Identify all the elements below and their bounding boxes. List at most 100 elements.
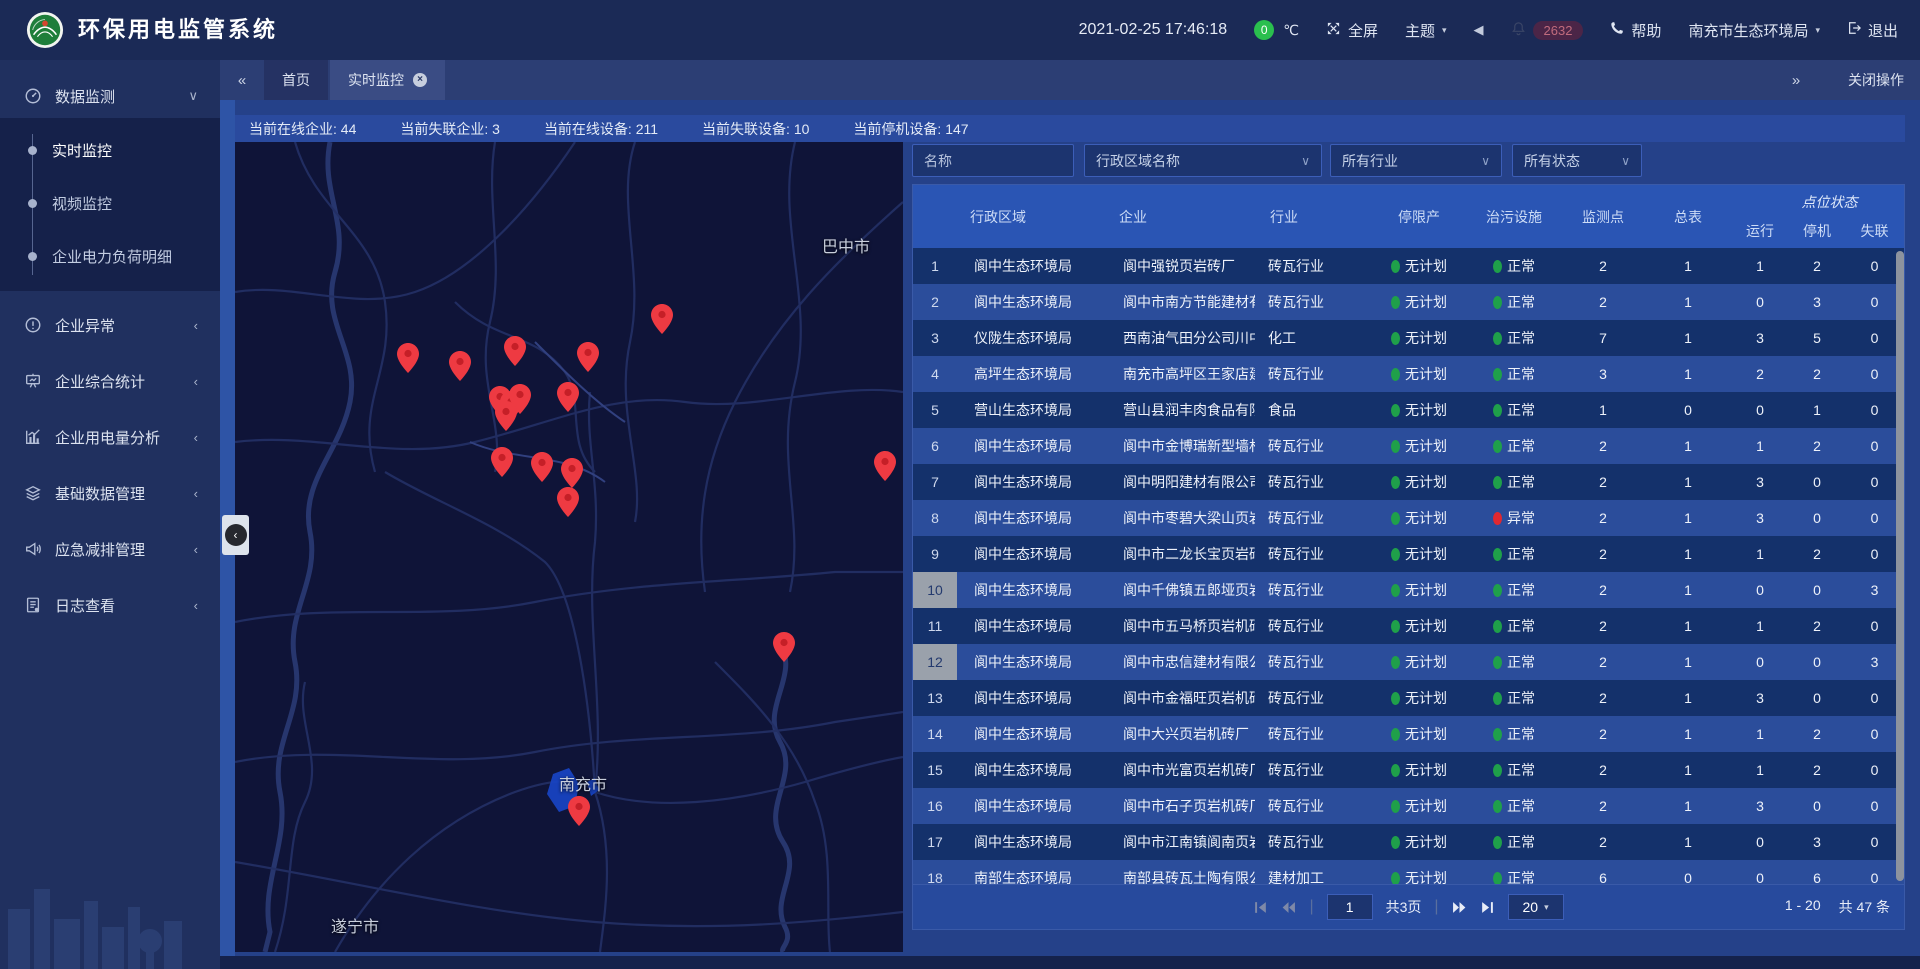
vertical-scrollbar[interactable] xyxy=(1896,251,1904,881)
map-marker-icon[interactable] xyxy=(449,351,471,381)
next-page-button[interactable] xyxy=(1452,900,1467,915)
temperature-badge: 0 ℃ xyxy=(1254,20,1299,40)
table-row[interactable]: 10阆中生态环境局阆中千佛镇五郎垭页岩砖瓦行业无计划正常21003 xyxy=(913,572,1904,608)
sidebar-collapse-handle[interactable]: ‹ xyxy=(222,515,249,555)
run-count-cell: 3 xyxy=(1731,798,1789,814)
monitor-points-cell: 2 xyxy=(1561,438,1645,454)
pagination-bar: | 1 共3页 | 20 ▾ 1 - 20 共 47 条 xyxy=(913,884,1904,929)
tabs-scroll-left-button[interactable]: « xyxy=(220,60,264,100)
monitor-points-cell: 2 xyxy=(1561,474,1645,490)
region-select[interactable]: 行政区域名称 ∨ xyxy=(1084,144,1322,177)
sidebar-item-label: 基础数据管理 xyxy=(55,483,145,504)
production-limit-cell: 无计划 xyxy=(1371,760,1467,780)
help-button[interactable]: 帮助 xyxy=(1610,20,1661,41)
map-marker-icon[interactable] xyxy=(504,336,526,366)
meter-cell: 1 xyxy=(1645,798,1731,814)
close-operations-button[interactable]: 关闭操作 xyxy=(1848,70,1904,90)
sidebar-subitem[interactable]: 企业电力负荷明细 xyxy=(0,230,220,283)
table-row[interactable]: 6阆中生态环境局阆中市金博瑞新型墙材砖瓦行业无计划正常21120 xyxy=(913,428,1904,464)
map-marker-icon[interactable] xyxy=(531,452,553,482)
map-marker-icon[interactable] xyxy=(491,447,513,477)
phone-icon xyxy=(1610,21,1624,39)
sidebar-subitem[interactable]: 实时监控 xyxy=(0,124,220,177)
sidebar-item-4[interactable]: 基础数据管理‹ xyxy=(0,471,220,515)
production-limit-cell: 无计划 xyxy=(1371,364,1467,384)
table-row[interactable]: 4高坪生态环境局南充市高坪区王家店建砖瓦行业无计划正常31220 xyxy=(913,356,1904,392)
stat-label: 当前在线设备: xyxy=(544,121,636,137)
table-row[interactable]: 16阆中生态环境局阆中市石子页岩机砖厂砖瓦行业无计划正常21300 xyxy=(913,788,1904,824)
meter-cell: 1 xyxy=(1645,690,1731,706)
map-marker-icon[interactable] xyxy=(561,458,583,488)
map-marker-icon[interactable] xyxy=(651,304,673,334)
name-search-input[interactable] xyxy=(912,144,1074,177)
bullet-icon xyxy=(28,146,37,155)
map-marker-icon[interactable] xyxy=(557,487,579,517)
table-row[interactable]: 17阆中生态环境局阆中市江南镇阆南页岩砖瓦行业无计划正常21030 xyxy=(913,824,1904,860)
map-canvas[interactable]: 巴中市南充市遂宁市 xyxy=(235,142,903,952)
tab-home[interactable]: 首页 xyxy=(264,60,328,100)
map-marker-icon[interactable] xyxy=(577,342,599,372)
industry-cell: 砖瓦行业 xyxy=(1255,436,1371,456)
map-marker-icon[interactable] xyxy=(557,382,579,412)
industry-select-value: 所有行业 xyxy=(1342,151,1398,171)
sidebar-item-5[interactable]: 应急减排管理‹ xyxy=(0,527,220,571)
sidebar-item-label: 企业综合统计 xyxy=(55,371,145,392)
tabs-scroll-right-button[interactable]: » xyxy=(1774,72,1818,89)
map-marker-icon[interactable] xyxy=(397,343,419,373)
table-row[interactable]: 8阆中生态环境局阆中市枣碧大梁山页岩砖瓦行业无计划异常21300 xyxy=(913,500,1904,536)
table-row[interactable]: 7阆中生态环境局阆中明阳建材有限公司砖瓦行业无计划正常21300 xyxy=(913,464,1904,500)
industry-select[interactable]: 所有行业 ∨ xyxy=(1330,144,1502,177)
sidebar-item-6[interactable]: 日志查看‹ xyxy=(0,583,220,627)
table-row[interactable]: 1阆中生态环境局阆中强锐页岩砖厂砖瓦行业无计划正常21120 xyxy=(913,248,1904,284)
status-dot-icon xyxy=(1493,440,1502,453)
last-page-button[interactable] xyxy=(1480,900,1495,915)
table-row[interactable]: 12阆中生态环境局阆中市忠信建材有限公砖瓦行业无计划正常21003 xyxy=(913,644,1904,680)
table-row[interactable]: 18南部生态环境局南部县砖瓦土陶有限公建材加工无计划正常60060 xyxy=(913,860,1904,884)
tab-realtime-monitor[interactable]: 实时监控 × xyxy=(330,60,445,100)
table-row[interactable]: 3仪陇生态环境局西南油气田分公司川中化工无计划正常71350 xyxy=(913,320,1904,356)
table-row[interactable]: 5营山生态环境局营山县润丰肉食品有限食品无计划正常10010 xyxy=(913,392,1904,428)
status-select[interactable]: 所有状态 ∨ xyxy=(1512,144,1642,177)
first-page-button[interactable] xyxy=(1253,900,1268,915)
status-dot-icon xyxy=(1391,404,1400,417)
fullscreen-button[interactable]: 全屏 xyxy=(1326,20,1378,41)
user-dropdown[interactable]: 南充市生态环境局 ▾ xyxy=(1688,20,1820,41)
logout-button[interactable]: 退出 xyxy=(1847,20,1898,41)
row-index: 9 xyxy=(913,546,957,562)
map-marker-icon[interactable] xyxy=(773,632,795,662)
table-row[interactable]: 9阆中生态环境局阆中市二龙长宝页岩砖砖瓦行业无计划正常21120 xyxy=(913,536,1904,572)
sidebar-subitem[interactable]: 视频监控 xyxy=(0,177,220,230)
sidebar-item-label: 企业用电量分析 xyxy=(55,427,160,448)
stopped-count-cell: 0 xyxy=(1789,798,1845,814)
sidebar-item-2[interactable]: 企业综合统计‹ xyxy=(0,359,220,403)
page-size-select[interactable]: 20 ▾ xyxy=(1508,894,1564,920)
sidebar-item-3[interactable]: 企业用电量分析‹ xyxy=(0,415,220,459)
notifications[interactable]: 2632 xyxy=(1511,21,1584,40)
sidebar-item-1[interactable]: 企业异常‹ xyxy=(0,303,220,347)
page-number-input[interactable]: 1 xyxy=(1327,894,1373,920)
chevron-down-icon: ∨ xyxy=(1621,154,1630,168)
table-row[interactable]: 14阆中生态环境局阆中大兴页岩机砖厂砖瓦行业无计划正常21120 xyxy=(913,716,1904,752)
fullscreen-label: 全屏 xyxy=(1348,20,1378,41)
row-index: 3 xyxy=(913,330,957,346)
region-cell: 阆中生态环境局 xyxy=(957,436,1107,456)
map-marker-icon[interactable] xyxy=(568,796,590,826)
row-index: 7 xyxy=(913,474,957,490)
industry-cell: 砖瓦行业 xyxy=(1255,364,1371,384)
map-marker-icon[interactable] xyxy=(495,401,517,431)
speaker-icon[interactable]: ◀ xyxy=(1474,22,1484,38)
table-row[interactable]: 2阆中生态环境局阆中市南方节能建材有砖瓦行业无计划正常21030 xyxy=(913,284,1904,320)
table-row[interactable]: 13阆中生态环境局阆中市金福旺页岩机砖砖瓦行业无计划正常21300 xyxy=(913,680,1904,716)
table-row[interactable]: 15阆中生态环境局阆中市光富页岩机砖厂砖瓦行业无计划正常21120 xyxy=(913,752,1904,788)
table-row[interactable]: 11阆中生态环境局阆中市五马桥页岩机砖砖瓦行业无计划正常21120 xyxy=(913,608,1904,644)
sidebar-item-0[interactable]: 数据监测∨ xyxy=(0,74,220,118)
chevron-left-icon: ‹ xyxy=(194,318,198,333)
meter-cell: 1 xyxy=(1645,474,1731,490)
status-dot-icon xyxy=(1391,800,1400,813)
close-icon[interactable]: × xyxy=(413,73,427,87)
status-select-value: 所有状态 xyxy=(1524,151,1580,171)
map-marker-icon[interactable] xyxy=(874,451,896,481)
prev-page-button[interactable] xyxy=(1281,900,1296,915)
theme-dropdown[interactable]: 主题 ▾ xyxy=(1405,20,1447,41)
meter-cell: 1 xyxy=(1645,654,1731,670)
